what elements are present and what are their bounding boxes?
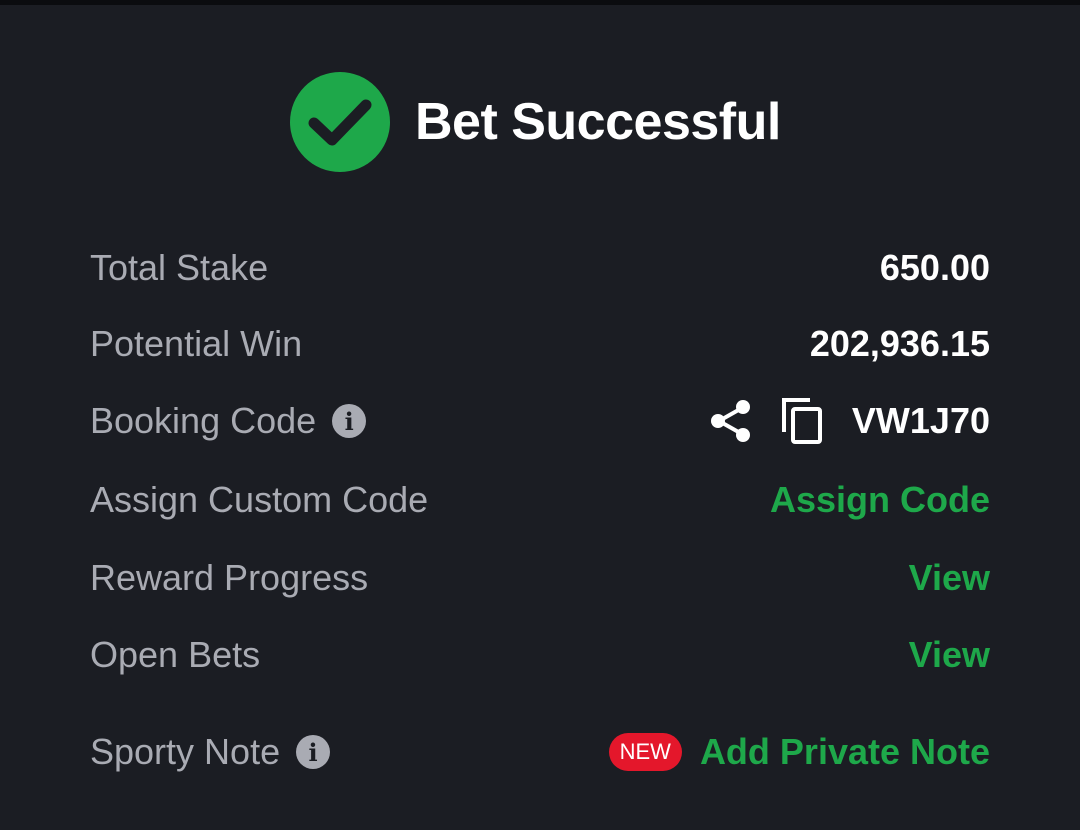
booking-code-row: Booking Code i VW1J70 [90, 391, 990, 451]
total-stake-label: Total Stake [90, 247, 269, 288]
sporty-note-label: Sporty Note [90, 731, 281, 772]
sporty-note-actions: NEW Add Private Note [608, 731, 990, 773]
new-badge: NEW [608, 733, 682, 771]
open-bets-label: Open Bets [90, 634, 261, 675]
add-private-note-link[interactable]: Add Private Note [700, 731, 990, 773]
open-bets-row: Open Bets View [90, 625, 990, 685]
assign-code-link[interactable]: Assign Code [770, 479, 990, 521]
custom-code-row: Assign Custom Code Assign Code [90, 470, 990, 530]
total-stake-value: 650.00 [879, 247, 990, 288]
page-title: Bet Successful [415, 93, 781, 151]
info-icon[interactable]: i [296, 735, 331, 769]
sporty-note-label-group: Sporty Note i [90, 731, 331, 773]
booking-code-label: Booking Code [90, 400, 317, 441]
potential-win-row: Potential Win 202,936.15 [90, 314, 990, 374]
sporty-note-row: Sporty Note i NEW Add Private Note [90, 722, 990, 782]
reward-progress-view-link[interactable]: View [909, 557, 990, 599]
custom-code-label: Assign Custom Code [90, 479, 429, 520]
booking-code-actions: VW1J70 [708, 396, 990, 446]
booking-code-label-group: Booking Code i [90, 400, 367, 442]
share-icon[interactable] [708, 398, 754, 444]
check-circle-icon [290, 72, 390, 172]
info-icon[interactable]: i [332, 404, 367, 438]
total-stake-row: Total Stake 650.00 [90, 238, 990, 298]
success-header: Bet Successful [290, 71, 781, 173]
copy-icon[interactable] [780, 396, 826, 446]
bet-success-panel: Bet Successful Total Stake 650.00 Potent… [0, 5, 1080, 830]
reward-progress-label: Reward Progress [90, 557, 369, 598]
potential-win-value: 202,936.15 [809, 323, 990, 364]
open-bets-view-link[interactable]: View [909, 634, 990, 676]
reward-progress-row: Reward Progress View [90, 548, 990, 608]
booking-code-value: VW1J70 [851, 400, 990, 441]
potential-win-label: Potential Win [90, 323, 303, 364]
